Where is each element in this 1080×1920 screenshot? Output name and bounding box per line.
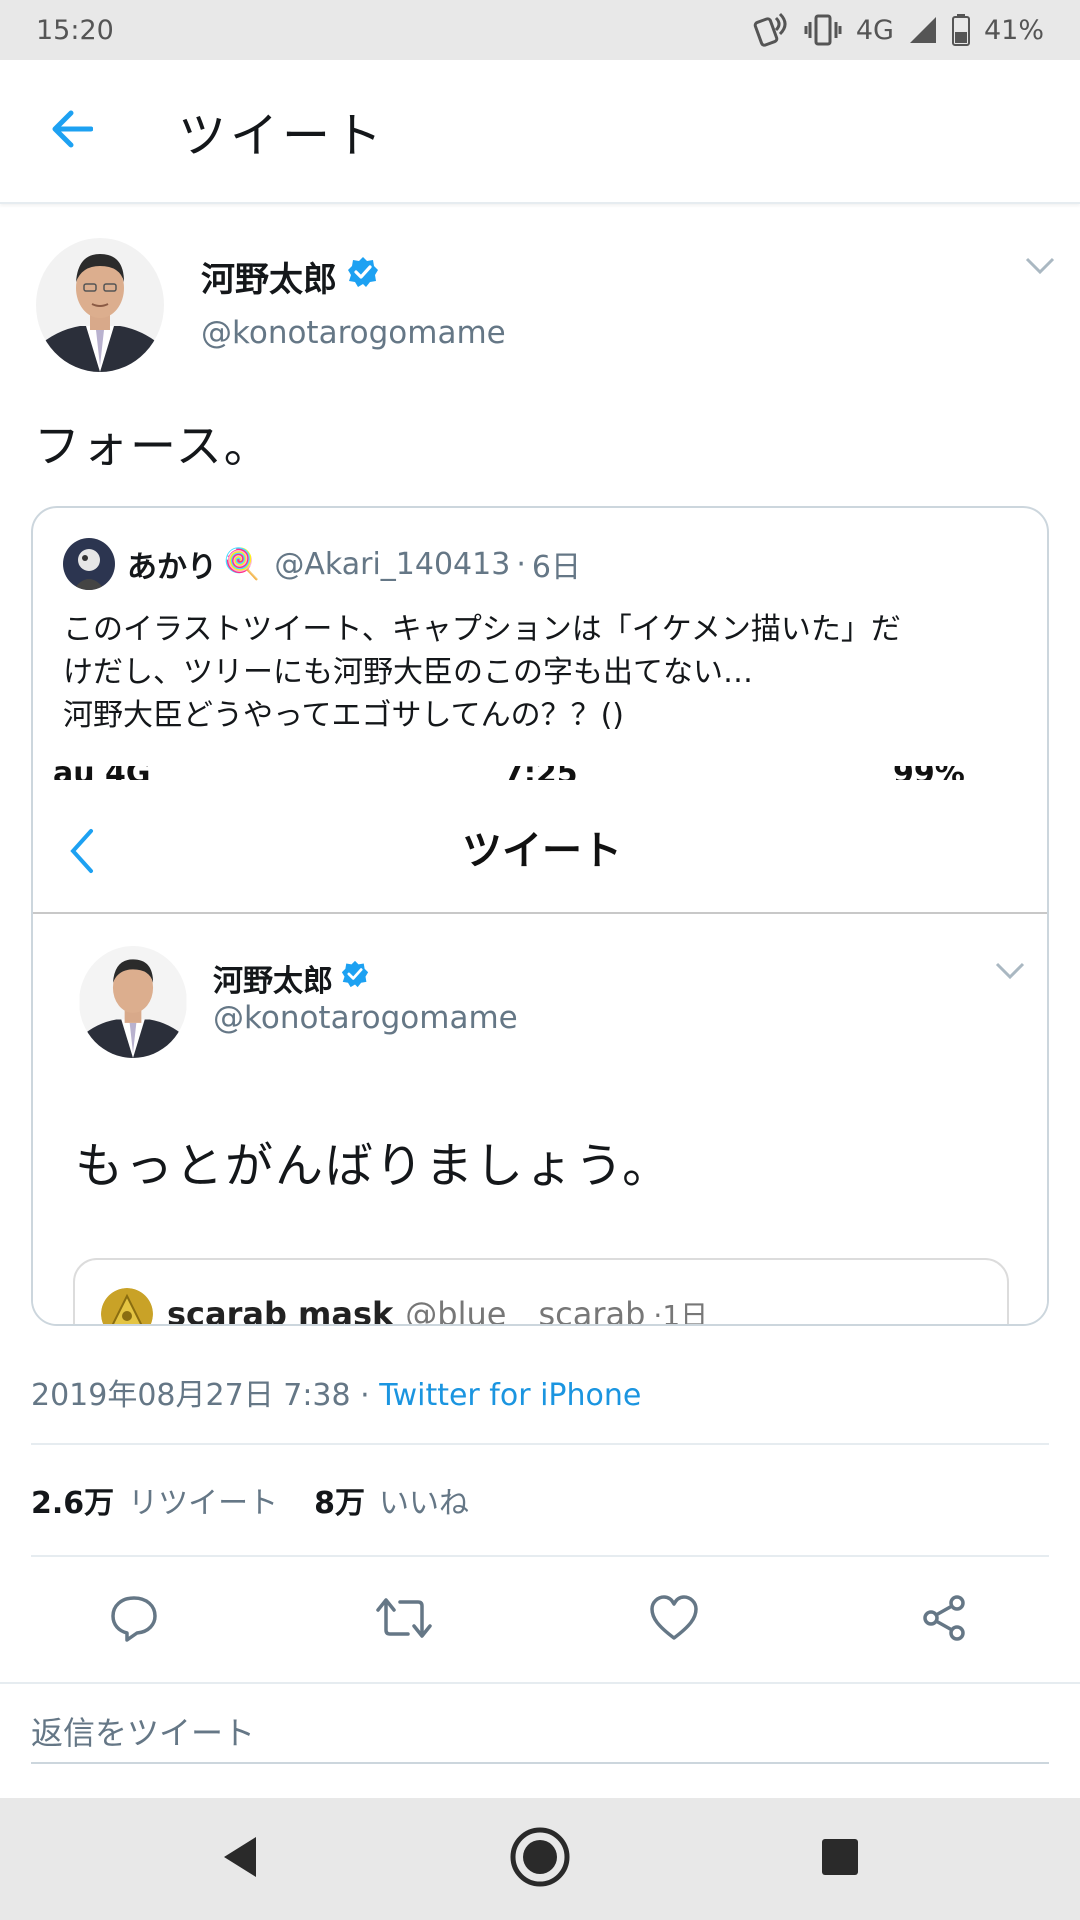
square-recents-icon (820, 1837, 860, 1881)
nav-home-button[interactable] (500, 1824, 580, 1894)
tweet-timestamp-row: 2019年08月27日 7:38 · Twitter for iPhone (31, 1370, 641, 1414)
quoted-text: このイラストツイート、キャプションは「イケメン描いた」だ けだし、ツリーにも河野… (63, 608, 1047, 737)
quoted-image[interactable]: au 4G 7:25 99% ツイート 河野太郎 (33, 766, 1047, 1326)
tweet-menu-button[interactable] (1020, 248, 1060, 288)
image-author-handle: @konotarogomame (213, 1000, 518, 1036)
tweet-actions (0, 1590, 1080, 1650)
chevron-down-icon (1025, 257, 1055, 279)
reply-bar (0, 1682, 1080, 1782)
retweet-button[interactable] (374, 1590, 434, 1650)
quoted-date: 6日 (531, 550, 581, 585)
divider (31, 1443, 1049, 1445)
tweet-timestamp: 2019年08月27日 7:38 (31, 1378, 351, 1413)
image-author-name: 河野太郎 (213, 964, 333, 999)
image-status-carrier: au 4G (53, 766, 151, 780)
status-bar: 15:20 4G 41% (0, 0, 1080, 60)
battery-percent: 41% (983, 14, 1044, 46)
battery-icon (951, 14, 970, 46)
heart-icon (648, 1594, 700, 1646)
share-button[interactable] (914, 1590, 974, 1650)
home-circle-icon (509, 1826, 571, 1892)
network-type: 4G (855, 14, 894, 46)
tweet-stats: 2.6万 リツイート 8万 いいね (31, 1478, 505, 1522)
image-inner-quote-header: scarab mask @blue__scarab ·1日 (101, 1288, 709, 1326)
image-tweet-text: もっとがんばりましょう。 (75, 1138, 673, 1194)
author-handle[interactable]: @konotarogomame (201, 315, 506, 351)
quoted-text-line: このイラストツイート、キャプションは「イケメン描いた」だ (63, 612, 901, 647)
image-inner-quote: scarab mask @blue__scarab ·1日 (73, 1258, 1009, 1326)
triangle-back-icon (220, 1835, 260, 1883)
system-nav-bar (0, 1798, 1080, 1920)
retweet-icon (374, 1594, 434, 1646)
reply-button[interactable] (104, 1590, 164, 1650)
nfc-icon (750, 12, 790, 48)
status-time: 15:20 (36, 14, 114, 46)
retweet-label[interactable]: リツイート (128, 1478, 278, 1522)
like-button[interactable] (644, 1590, 704, 1650)
reply-icon (109, 1594, 159, 1646)
tweet-source-link[interactable]: Twitter for iPhone (379, 1378, 641, 1413)
retweet-count[interactable]: 2.6万 (31, 1478, 114, 1522)
quoted-text-line: けだし、ツリーにも河野大臣のこの字も出てない… (63, 655, 753, 690)
quoted-tweet-header: あかり 🍭 @Akari_140413 · 6日 (63, 536, 581, 592)
app-header: ツイート (0, 60, 1080, 204)
quoted-text-line: 河野大臣どうやってエゴサしてんの？？() (63, 698, 625, 733)
lollipop-emoji: 🍭 (223, 546, 261, 582)
quoted-name: あかり (127, 550, 217, 585)
timestamp-separator: · (350, 1378, 380, 1413)
quoted-tweet[interactable]: あかり 🍭 @Akari_140413 · 6日 このイラストツイート、キャプシ… (31, 506, 1049, 1326)
quoted-separator: · (516, 546, 526, 582)
image-status-time: 7:25 (503, 766, 578, 780)
chevron-down-icon (995, 962, 1025, 984)
image-status-battery: 99% (893, 766, 965, 780)
signal-icon (908, 15, 938, 45)
tweet-author: 河野太郎 @konotarogomame (0, 238, 1080, 374)
image-inner-quote-date: ·1日 (653, 1299, 709, 1326)
author-name-row[interactable]: 河野太郎 (201, 252, 379, 301)
image-author-name-row: 河野太郎 (213, 956, 369, 1000)
quoted-handle: @Akari_140413 (274, 546, 511, 582)
quoted-avatar (63, 538, 115, 590)
image-inner-quote-name: scarab mask (167, 1295, 394, 1326)
nav-recents-button[interactable] (800, 1824, 880, 1894)
share-icon (919, 1593, 969, 1647)
divider (31, 1555, 1049, 1557)
page-title: ツイート (178, 108, 387, 164)
image-header: ツイート (33, 780, 1047, 914)
avatar[interactable] (36, 238, 164, 372)
back-button[interactable] (0, 59, 146, 203)
tweet-text: フォース。 (34, 419, 272, 473)
author-name: 河野太郎 (201, 260, 337, 300)
like-count[interactable]: 8万 (314, 1478, 365, 1522)
verified-badge-icon (347, 256, 379, 297)
reply-input[interactable] (31, 1704, 1049, 1764)
scarab-avatar (101, 1288, 153, 1324)
image-status-bar: au 4G 7:25 99% (33, 766, 1047, 780)
status-icons: 4G 41% (750, 12, 1044, 48)
image-inner-quote-handle: @blue__scarab (405, 1295, 646, 1326)
image-avatar (79, 946, 187, 1058)
verified-badge-icon (341, 960, 369, 996)
image-title: ツイート (462, 828, 622, 874)
nav-back-button[interactable] (200, 1824, 280, 1894)
like-label[interactable]: いいね (379, 1478, 469, 1522)
arrow-left-icon (49, 109, 94, 153)
vibrate-icon (804, 14, 842, 46)
